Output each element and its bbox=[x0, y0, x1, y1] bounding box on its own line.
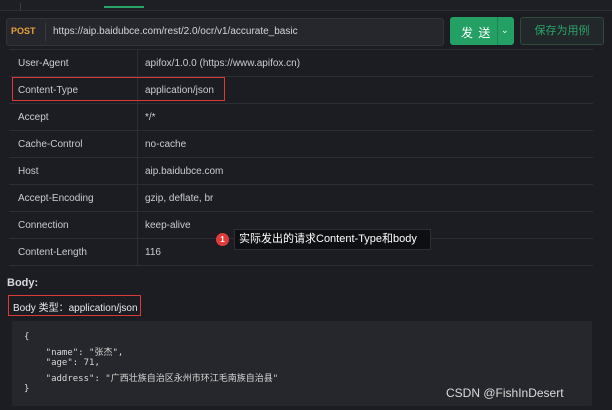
annotation-tooltip: 实际发出的请求Content-Type和body bbox=[234, 229, 431, 250]
url-bar[interactable]: POST https://aip.baidubce.com/rest/2.0/o… bbox=[6, 18, 444, 46]
code-line: "address": "广西壮族自治区永州市环江毛南族自治县" bbox=[24, 374, 279, 384]
code-line: "name": "张杰", bbox=[24, 348, 124, 358]
header-key: Accept bbox=[9, 103, 138, 131]
header-value: gzip, deflate, br bbox=[137, 184, 593, 212]
url-separator bbox=[45, 23, 46, 41]
url-input[interactable]: https://aip.baidubce.com/rest/2.0/ocr/v1… bbox=[53, 26, 298, 37]
table-row: Accept-Encoding gzip, deflate, br bbox=[9, 184, 593, 212]
send-button[interactable]: 发 送 ⌄ bbox=[450, 17, 514, 45]
header-key: Cache-Control bbox=[9, 130, 138, 158]
annotation-badge: 1 bbox=[216, 233, 229, 246]
header-key: User-Agent bbox=[9, 49, 138, 77]
send-button-label: 发 送 bbox=[461, 26, 492, 40]
table-row: Accept */* bbox=[9, 103, 593, 131]
body-section-label: Body: bbox=[7, 277, 39, 289]
header-key: Connection bbox=[9, 211, 138, 239]
top-tab-strip bbox=[0, 0, 612, 11]
method-selector[interactable]: POST bbox=[11, 26, 36, 36]
header-value: no-cache bbox=[137, 130, 593, 158]
code-line: "age": 71, bbox=[24, 358, 100, 368]
tab-separator bbox=[20, 3, 21, 10]
code-line: } bbox=[24, 384, 30, 394]
header-value: apifox/1.0.0 (https://www.apifox.cn) bbox=[137, 49, 593, 77]
header-key: Host bbox=[9, 157, 138, 185]
chevron-down-icon[interactable]: ⌄ bbox=[501, 25, 509, 36]
table-row: Cache-Control no-cache bbox=[9, 130, 593, 158]
body-type-label: Body 类型：application/json bbox=[13, 303, 138, 314]
watermark: CSDN @FishInDesert bbox=[446, 386, 564, 400]
active-tab-indicator bbox=[104, 6, 144, 8]
table-row: Host aip.baidubce.com bbox=[9, 157, 593, 185]
code-line: { bbox=[24, 332, 30, 342]
header-key: Content-Length bbox=[9, 238, 138, 266]
save-as-case-button[interactable]: 保存为用例 bbox=[520, 17, 604, 45]
send-button-divider bbox=[497, 17, 498, 45]
header-value: aip.baidubce.com bbox=[137, 157, 593, 185]
content-type-highlight-box bbox=[12, 77, 225, 101]
header-key: Accept-Encoding bbox=[9, 184, 138, 212]
header-value: */* bbox=[137, 103, 593, 131]
table-row: User-Agent apifox/1.0.0 (https://www.api… bbox=[9, 49, 593, 77]
